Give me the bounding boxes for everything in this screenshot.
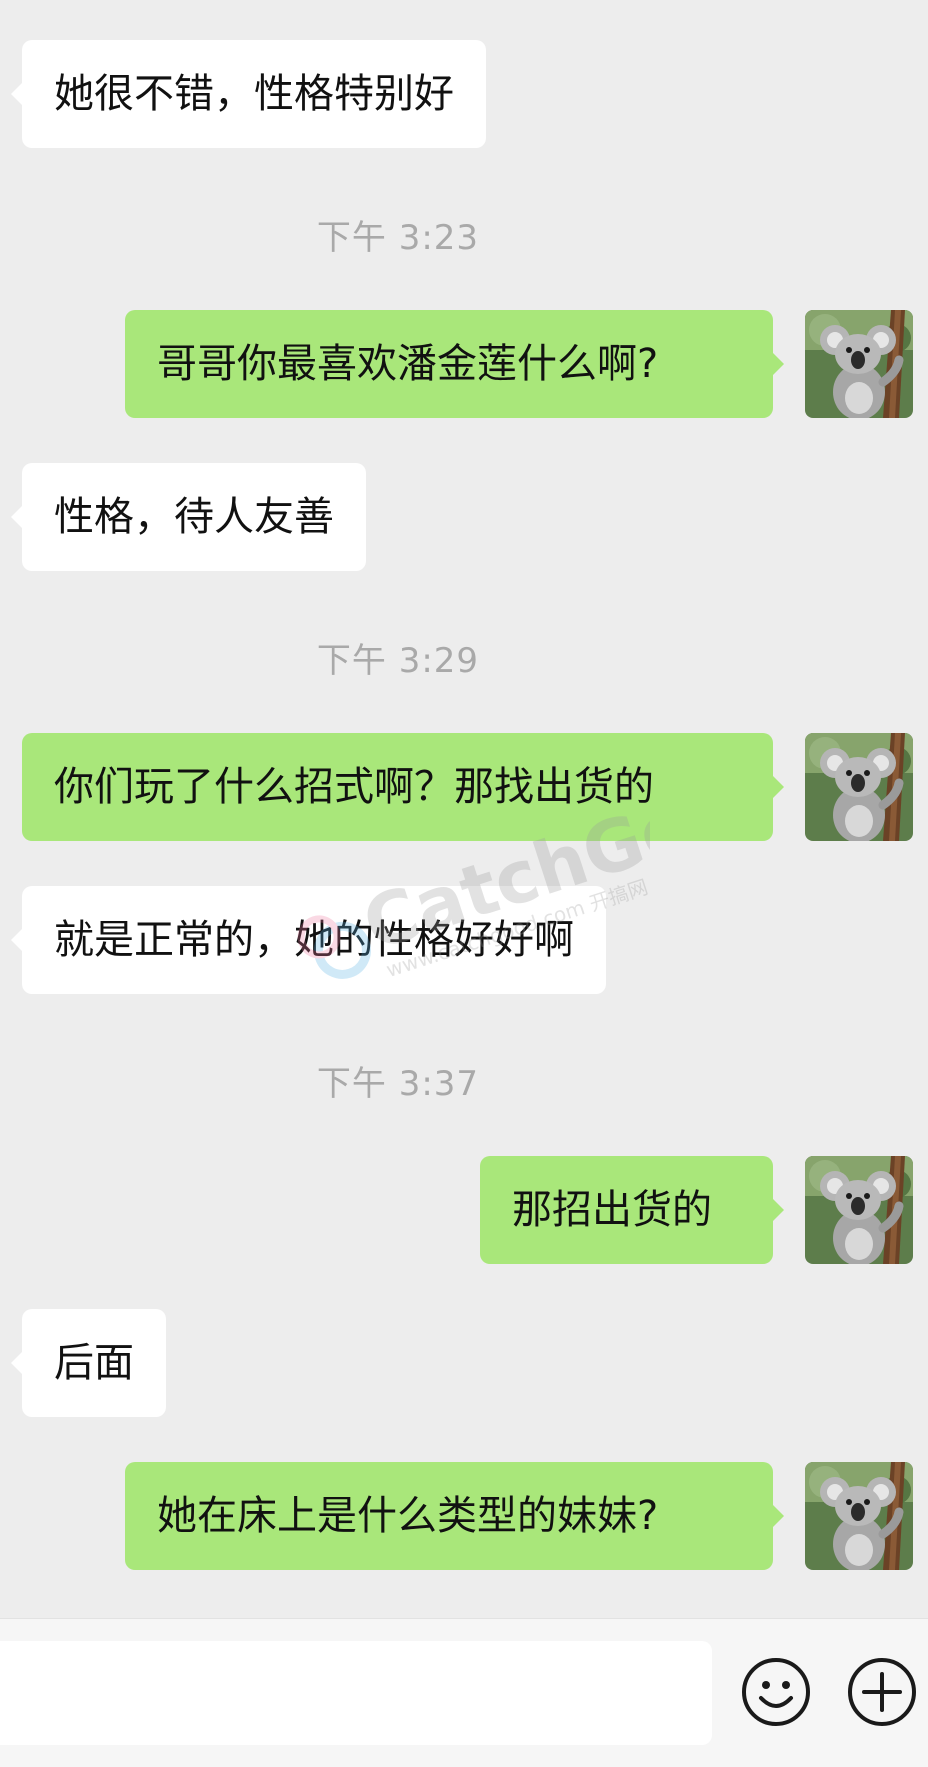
avatar[interactable] [805,1462,913,1570]
message-text: 那招出货的 [512,1187,712,1233]
timestamp: 下午 3:37 [316,1064,480,1104]
message-bubble-received[interactable]: 后面 [11,1309,166,1417]
avatar[interactable] [805,310,913,418]
koala-avatar-icon [805,1462,913,1570]
koala-avatar-icon [805,310,913,418]
avatar[interactable] [805,733,913,841]
chat-area[interactable]: 她很不错，性格特别好 下午 3:23 哥哥你最喜欢潘金莲什么啊? 性格，待人友善… [0,0,928,1618]
plus-icon[interactable] [846,1656,918,1728]
koala-avatar-icon [805,1156,913,1264]
message-bubble-received[interactable]: 性格，待人友善 [11,463,366,571]
message-text: 就是正常的，她的性格好好啊 [54,917,574,963]
message-bubble-sent[interactable]: 你们玩了什么招式啊？那找出货的 [22,733,784,841]
message-text: 哥哥你最喜欢潘金莲什么啊? [157,341,659,387]
avatar[interactable] [805,1156,913,1264]
message-text: 你们玩了什么招式啊？那找出货的 [54,764,654,810]
message-bubble-sent[interactable]: 哥哥你最喜欢潘金莲什么啊? [125,310,784,418]
message-text: 性格，待人友善 [54,494,334,540]
timestamp: 下午 3:23 [316,218,480,258]
message-bubble-sent[interactable]: 她在床上是什么类型的妹妹? [125,1462,784,1570]
koala-avatar-icon [805,733,913,841]
smiley-icon[interactable] [740,1656,812,1728]
message-text: 她很不错，性格特别好 [54,71,454,117]
input-bar [0,1618,928,1767]
message-bubble-sent[interactable]: 那招出货的 [480,1156,784,1264]
message-text: 她在床上是什么类型的妹妹? [157,1493,659,1539]
message-bubble-received[interactable]: 就是正常的，她的性格好好啊 [11,886,606,994]
message-bubble-received[interactable]: 她很不错，性格特别好 [11,40,486,148]
timestamp: 下午 3:29 [316,641,480,681]
message-input[interactable] [0,1641,712,1745]
message-text: 后面 [54,1340,134,1386]
